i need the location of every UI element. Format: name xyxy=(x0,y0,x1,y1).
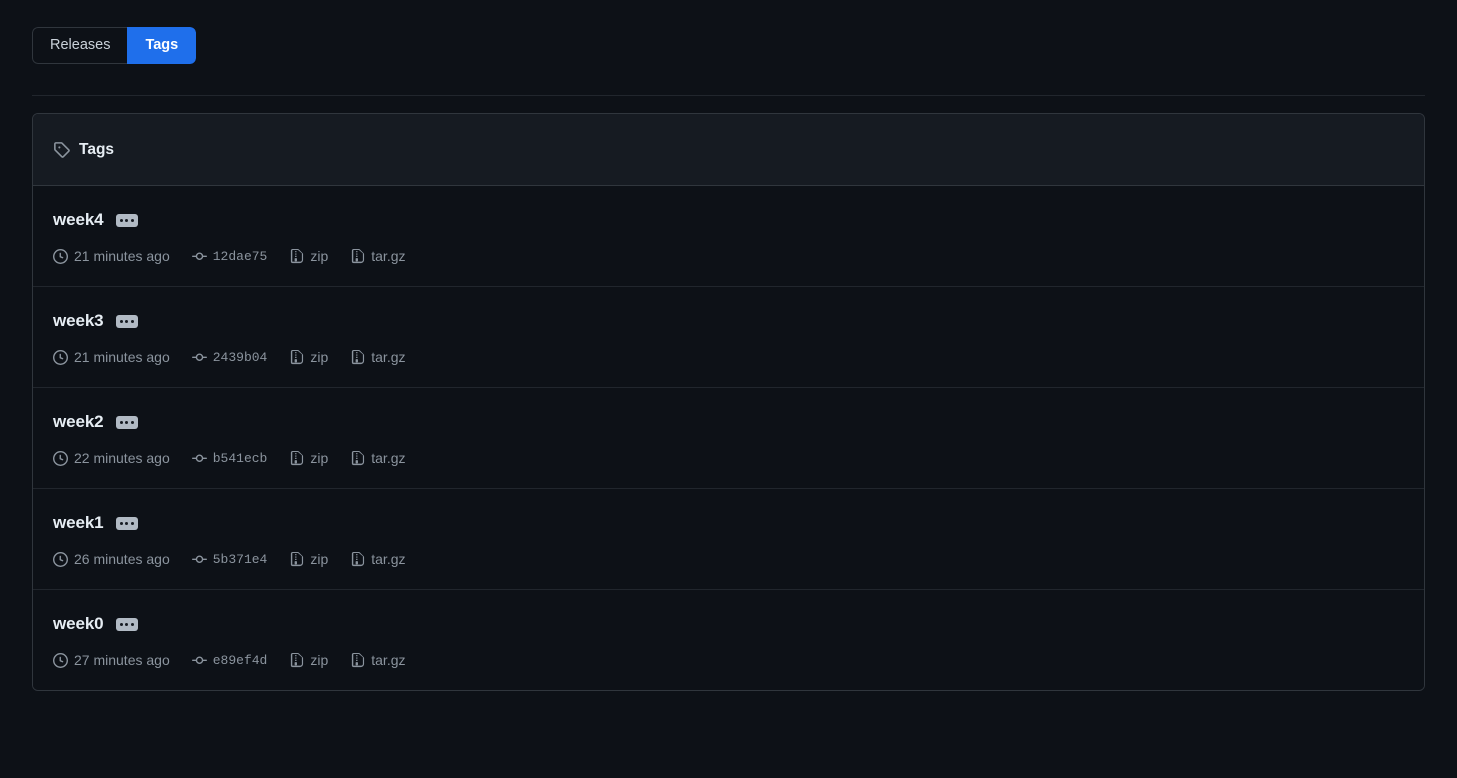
tag-zip-label: zip xyxy=(310,652,329,668)
file-zip-icon xyxy=(289,450,304,466)
tag-targz-label: tar.gz xyxy=(371,652,406,668)
tag-commit-hash[interactable]: e89ef4d xyxy=(213,653,268,668)
releases-tags-toggle: Releases Tags xyxy=(32,27,197,64)
tag-targz-download[interactable]: tar.gz xyxy=(350,450,406,466)
clock-icon xyxy=(53,551,68,567)
git-commit-icon xyxy=(191,552,207,567)
file-zip-icon xyxy=(350,551,365,567)
kebab-menu-icon[interactable] xyxy=(115,415,138,429)
tag-targz-label: tar.gz xyxy=(371,450,406,466)
tag-commit-hash[interactable]: 12dae75 xyxy=(213,249,268,264)
tab-releases[interactable]: Releases xyxy=(32,27,128,64)
tag-targz-download[interactable]: tar.gz xyxy=(350,248,406,264)
kebab-menu-icon[interactable] xyxy=(115,516,138,530)
tags-page: Releases Tags Tags week4 21 minutes ago … xyxy=(0,0,1457,778)
tab-tags-label: Tags xyxy=(145,37,179,54)
tag-name-line: week0 xyxy=(53,614,1404,634)
tag-row: week0 27 minutes ago e89ef4d zip tar.gz xyxy=(33,590,1424,690)
tag-meta: 27 minutes ago e89ef4d zip tar.gz xyxy=(53,652,1404,668)
tag-row: week1 26 minutes ago 5b371e4 zip tar.gz xyxy=(33,489,1424,590)
git-commit-icon xyxy=(191,350,207,365)
tag-commit-hash[interactable]: 2439b04 xyxy=(213,350,268,365)
tag-time-label: 26 minutes ago xyxy=(74,551,170,567)
file-zip-icon xyxy=(350,450,365,466)
header-divider xyxy=(32,95,1425,96)
file-zip-icon xyxy=(350,248,365,264)
tag-name-line: week3 xyxy=(53,311,1404,331)
tag-row: week4 21 minutes ago 12dae75 zip tar.gz xyxy=(33,186,1424,287)
tag-name-line: week2 xyxy=(53,412,1404,432)
tag-time-label: 22 minutes ago xyxy=(74,450,170,466)
clock-icon xyxy=(53,248,68,264)
tag-zip-label: zip xyxy=(310,248,329,264)
tag-name-link[interactable]: week3 xyxy=(53,311,104,331)
git-commit-icon xyxy=(191,249,207,264)
clock-icon xyxy=(53,450,68,466)
tag-row: week3 21 minutes ago 2439b04 zip tar.gz xyxy=(33,287,1424,388)
tag-targz-label: tar.gz xyxy=(371,349,406,365)
tag-targz-download[interactable]: tar.gz xyxy=(350,551,406,567)
tag-timestamp: 22 minutes ago xyxy=(53,450,170,466)
tag-timestamp: 26 minutes ago xyxy=(53,551,170,567)
clock-icon xyxy=(53,349,68,365)
tag-time-label: 27 minutes ago xyxy=(74,652,170,668)
tab-releases-label: Releases xyxy=(50,37,111,54)
tag-timestamp: 27 minutes ago xyxy=(53,652,170,668)
file-zip-icon xyxy=(289,652,304,668)
tag-commit: 12dae75 xyxy=(191,249,268,264)
tags-panel-header: Tags xyxy=(33,114,1424,186)
tag-icon xyxy=(53,141,70,158)
tag-commit: e89ef4d xyxy=(191,653,268,668)
kebab-menu-icon[interactable] xyxy=(115,617,138,631)
clock-icon xyxy=(53,652,68,668)
tab-tags[interactable]: Tags xyxy=(127,27,197,64)
tag-name-link[interactable]: week0 xyxy=(53,614,104,634)
tag-name-link[interactable]: week4 xyxy=(53,210,104,230)
tags-list: week4 21 minutes ago 12dae75 zip tar.gz … xyxy=(33,186,1424,690)
tag-commit-hash[interactable]: 5b371e4 xyxy=(213,552,268,567)
tag-zip-download[interactable]: zip xyxy=(289,551,328,567)
tag-zip-download[interactable]: zip xyxy=(289,450,328,466)
tag-zip-download[interactable]: zip xyxy=(289,349,328,365)
tag-commit: b541ecb xyxy=(191,451,268,466)
tag-commit: 5b371e4 xyxy=(191,552,268,567)
tags-panel-title: Tags xyxy=(79,140,115,158)
tags-panel: Tags week4 21 minutes ago 12dae75 zip ta… xyxy=(32,113,1425,691)
tag-time-label: 21 minutes ago xyxy=(74,349,170,365)
tag-zip-download[interactable]: zip xyxy=(289,652,328,668)
tag-meta: 22 minutes ago b541ecb zip tar.gz xyxy=(53,450,1404,466)
tag-meta: 21 minutes ago 12dae75 zip tar.gz xyxy=(53,248,1404,264)
tag-name-line: week1 xyxy=(53,513,1404,533)
tag-zip-download[interactable]: zip xyxy=(289,248,328,264)
tag-commit-hash[interactable]: b541ecb xyxy=(213,451,268,466)
file-zip-icon xyxy=(289,349,304,365)
tag-meta: 26 minutes ago 5b371e4 zip tar.gz xyxy=(53,551,1404,567)
tag-zip-label: zip xyxy=(310,551,329,567)
file-zip-icon xyxy=(350,349,365,365)
file-zip-icon xyxy=(350,652,365,668)
tag-timestamp: 21 minutes ago xyxy=(53,349,170,365)
tag-meta: 21 minutes ago 2439b04 zip tar.gz xyxy=(53,349,1404,365)
tag-targz-label: tar.gz xyxy=(371,248,406,264)
file-zip-icon xyxy=(289,248,304,264)
file-zip-icon xyxy=(289,551,304,567)
git-commit-icon xyxy=(191,451,207,466)
tag-time-label: 21 minutes ago xyxy=(74,248,170,264)
tag-targz-download[interactable]: tar.gz xyxy=(350,349,406,365)
tag-zip-label: zip xyxy=(310,349,329,365)
git-commit-icon xyxy=(191,653,207,668)
tag-targz-label: tar.gz xyxy=(371,551,406,567)
tag-zip-label: zip xyxy=(310,450,329,466)
tag-targz-download[interactable]: tar.gz xyxy=(350,652,406,668)
tag-commit: 2439b04 xyxy=(191,350,268,365)
tag-row: week2 22 minutes ago b541ecb zip tar.gz xyxy=(33,388,1424,489)
tag-name-link[interactable]: week2 xyxy=(53,412,104,432)
kebab-menu-icon[interactable] xyxy=(115,314,138,328)
tag-name-line: week4 xyxy=(53,210,1404,230)
kebab-menu-icon[interactable] xyxy=(115,213,138,227)
tag-name-link[interactable]: week1 xyxy=(53,513,104,533)
tag-timestamp: 21 minutes ago xyxy=(53,248,170,264)
